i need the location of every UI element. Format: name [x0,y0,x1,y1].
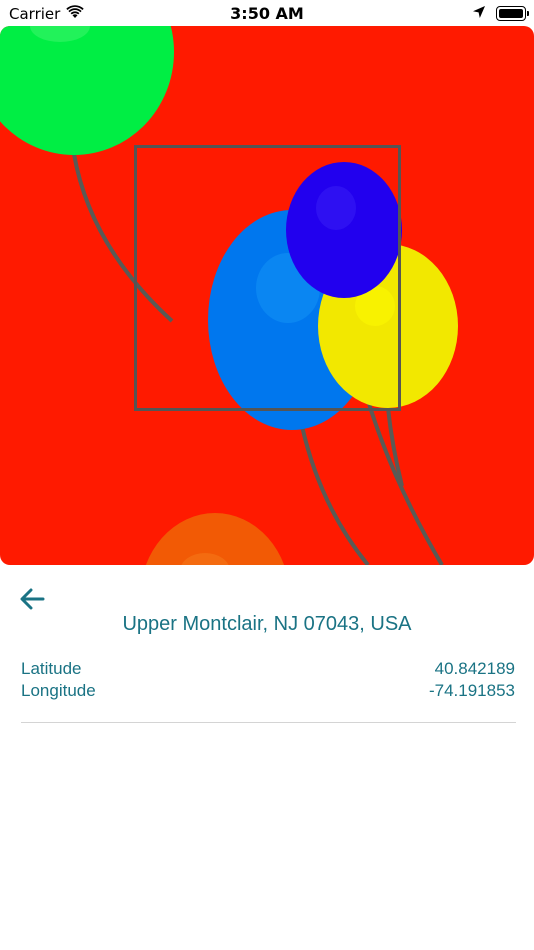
balloon-photo[interactable] [0,26,534,565]
address-label: Upper Montclair, NJ 07043, USA [122,613,412,635]
coordinates-table: Latitude 40.842189 Longitude -74.191853 [21,658,515,702]
longitude-row: Longitude -74.191853 [21,680,515,702]
back-button[interactable] [18,586,46,612]
longitude-label: Longitude [21,681,96,700]
location-arrow-icon [472,4,486,23]
latitude-value: 40.842189 [434,659,515,678]
arrow-left-icon [20,588,45,610]
indigo-balloon [286,162,402,298]
status-bar: Carrier 3:50 AM [0,0,534,26]
balloon-highlight [316,186,356,230]
battery-icon [496,6,529,21]
latitude-row: Latitude 40.842189 [21,658,515,680]
divider [21,722,516,723]
longitude-value: -74.191853 [428,681,515,700]
status-bar-right [472,4,529,23]
status-time: 3:50 AM [230,4,304,23]
latitude-label: Latitude [21,659,82,678]
